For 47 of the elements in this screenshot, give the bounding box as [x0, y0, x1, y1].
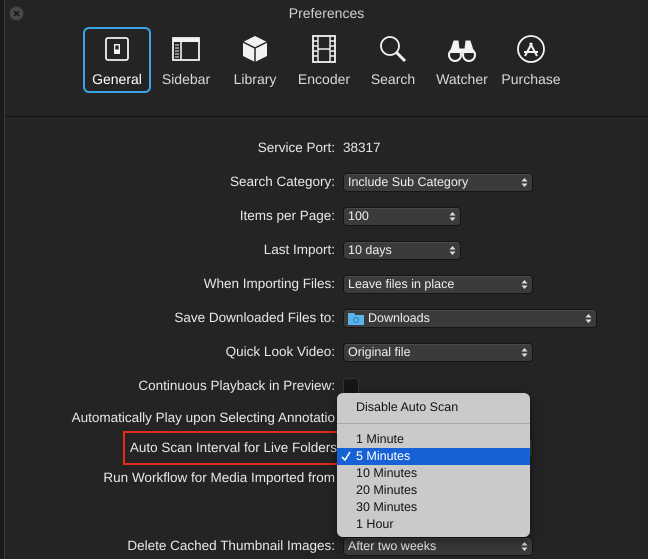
setting-label: Save Downloaded Files to: — [174, 308, 335, 327]
dropdown-select[interactable]: After two weeks — [343, 536, 533, 556]
toolbar-tab[interactable]: Library — [221, 27, 289, 93]
checkbox[interactable] — [343, 378, 359, 394]
setting-label: Items per Page: — [240, 206, 335, 225]
menu-item[interactable]: 10 Minutes — [337, 465, 530, 482]
toolbar-tab[interactable]: General — [83, 27, 151, 93]
setting-label: Delete Cached Thumbnail Images: — [127, 536, 335, 555]
up-down-arrows-icon — [521, 278, 528, 290]
menu-item[interactable]: 5 Minutes — [337, 448, 530, 465]
setting-label: Auto Scan Interval for Live Folders — [122, 430, 339, 466]
up-down-arrows-icon — [521, 346, 528, 358]
up-down-arrows-icon — [449, 244, 456, 256]
setting-label: Service Port: — [258, 138, 335, 157]
toolbar-tab[interactable]: Search — [359, 27, 427, 93]
setting-label: Search Category: — [230, 172, 335, 191]
window-title: Preferences — [288, 5, 364, 21]
dropdown-select[interactable]: 100 — [343, 206, 461, 226]
up-down-arrows-icon — [449, 210, 456, 222]
dropdown-select[interactable]: 10 days — [343, 240, 461, 260]
dropdown-select[interactable]: Include Sub Category — [343, 172, 533, 192]
folder-icon — [348, 312, 364, 324]
up-down-arrows-icon — [521, 176, 528, 188]
toolbar-tab[interactable]: Purchase — [497, 27, 565, 93]
toolbar-tab[interactable]: Sidebar — [152, 27, 220, 93]
setting-label: Run Workflow for Media Imported from — [103, 468, 335, 487]
menu-item[interactable]: 20 Minutes — [337, 482, 530, 499]
menu-item[interactable]: Disable Auto Scan — [337, 397, 530, 417]
menu-item[interactable]: 30 Minutes — [337, 499, 530, 516]
setting-label: When Importing Files: — [204, 274, 335, 293]
dropdown-select[interactable]: Downloads — [343, 308, 597, 328]
up-down-arrows-icon — [585, 312, 592, 324]
setting-label: Continuous Playback in Preview: — [138, 376, 335, 395]
up-down-arrows-icon — [521, 540, 528, 552]
toolbar-tab[interactable]: Watcher — [428, 27, 496, 93]
app-store-icon — [515, 33, 547, 65]
close-icon — [13, 10, 20, 17]
toolbar-tab[interactable]: Encoder — [290, 27, 358, 93]
dropdown-select[interactable]: Original file — [343, 342, 533, 362]
setting-label: Last Import: — [264, 240, 335, 259]
menu-item[interactable]: 1 Minute — [337, 431, 530, 448]
setting-label: Automatically Play upon Selecting Annotatio — [72, 408, 335, 427]
setting-label: Quick Look Video: — [226, 342, 335, 361]
search-icon — [377, 33, 409, 65]
port-value: 38317 — [343, 138, 381, 157]
menu-item[interactable]: 1 Hour — [337, 516, 530, 533]
dropdown-select[interactable]: Leave files in place — [343, 274, 533, 294]
